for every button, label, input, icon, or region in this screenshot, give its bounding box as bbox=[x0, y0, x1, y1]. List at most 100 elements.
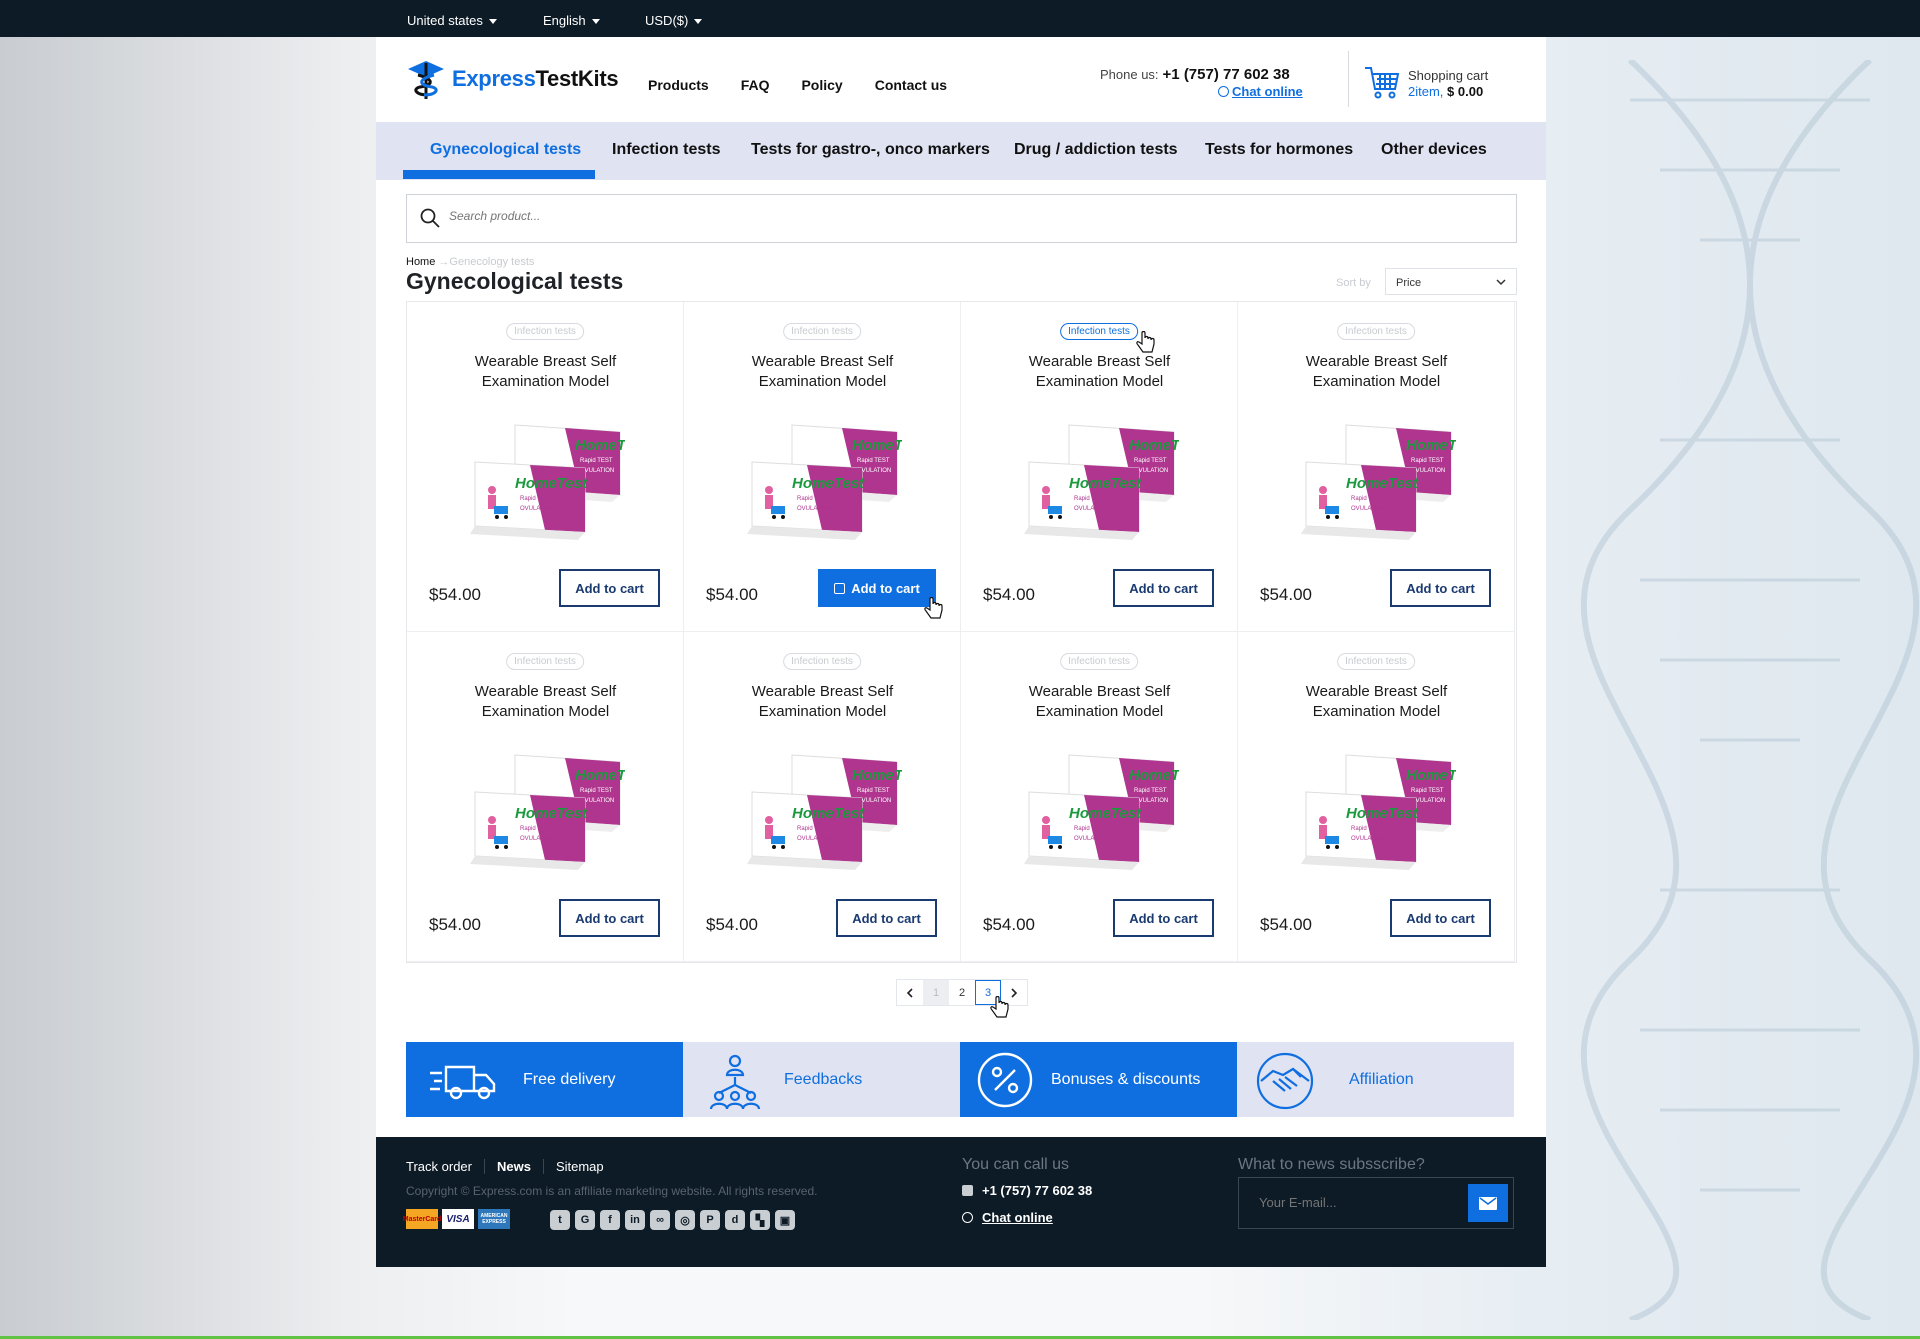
facebook-icon[interactable]: f bbox=[600, 1210, 620, 1230]
product-card[interactable]: Infection tests Wearable Breast Self Exa… bbox=[407, 302, 684, 632]
product-image[interactable]: HomeTest Rapid TEST OVULATION HomeTest R… bbox=[1301, 420, 1479, 545]
feature-affiliation[interactable]: Affiliation bbox=[1237, 1042, 1514, 1117]
tab-other-devices[interactable]: Other devices bbox=[1381, 141, 1487, 159]
google-plus-icon[interactable]: G bbox=[575, 1210, 595, 1230]
sort-select[interactable]: Price bbox=[1385, 268, 1517, 295]
footer-track-order[interactable]: Track order bbox=[406, 1159, 485, 1174]
product-image[interactable]: HomeTest Rapid TEST OVULATION HomeTest R… bbox=[1301, 750, 1479, 875]
category-badge[interactable]: Infection tests bbox=[783, 653, 861, 670]
phone-number[interactable]: +1 (757) 77 602 38 bbox=[1163, 66, 1290, 83]
pinterest-icon[interactable]: P bbox=[700, 1210, 720, 1230]
nav-faq[interactable]: FAQ bbox=[741, 77, 770, 93]
product-name[interactable]: Wearable Breast Self Examination Model bbox=[1238, 682, 1515, 722]
subscribe-button[interactable] bbox=[1468, 1184, 1508, 1222]
linkedin-icon[interactable]: in bbox=[625, 1210, 645, 1230]
product-name[interactable]: Wearable Breast Self Examination Model bbox=[961, 682, 1238, 722]
currency-select[interactable]: USD($) bbox=[645, 13, 702, 28]
chat-online-link[interactable]: Chat online bbox=[1218, 84, 1303, 99]
delicious-icon[interactable]: ▚ bbox=[750, 1210, 770, 1230]
feature-feedbacks[interactable]: Feedbacks bbox=[683, 1042, 960, 1117]
product-image[interactable]: HomeTest Rapid TEST OVULATION HomeTest R… bbox=[747, 420, 925, 545]
product-name[interactable]: Wearable Breast Self Examination Model bbox=[407, 682, 684, 722]
svg-text:HomeTest: HomeTest bbox=[1129, 437, 1179, 454]
product-image[interactable]: HomeTest Rapid TEST OVULATION HomeTest R… bbox=[470, 750, 648, 875]
category-badge[interactable]: Infection tests bbox=[506, 323, 584, 340]
search-icon[interactable] bbox=[420, 208, 440, 228]
product-card[interactable]: Infection tests Wearable Breast Self Exa… bbox=[961, 302, 1238, 632]
footer-phone[interactable]: +1 (757) 77 602 38 bbox=[962, 1183, 1092, 1198]
add-to-cart-button[interactable]: Add to cart bbox=[1113, 899, 1214, 937]
digg-icon[interactable]: d bbox=[725, 1210, 745, 1230]
product-image[interactable]: HomeTest Rapid TEST OVULATION HomeTest R… bbox=[1024, 420, 1202, 545]
product-card[interactable]: Infection tests Wearable Breast Self Exa… bbox=[961, 632, 1238, 962]
plus-square-icon bbox=[834, 582, 846, 594]
twitter-icon[interactable]: t bbox=[550, 1210, 570, 1230]
breadcrumb-home[interactable]: Home bbox=[406, 256, 435, 268]
product-card[interactable]: Infection tests Wearable Breast Self Exa… bbox=[684, 302, 961, 632]
caduceus-logo-icon bbox=[408, 61, 444, 99]
category-badge[interactable]: Infection tests bbox=[1337, 653, 1415, 670]
nav-products[interactable]: Products bbox=[648, 77, 709, 93]
product-name[interactable]: Wearable Breast Self Examination Model bbox=[684, 682, 961, 722]
language-select[interactable]: English bbox=[543, 13, 600, 28]
category-badge[interactable]: Infection tests bbox=[783, 323, 861, 340]
category-badge[interactable]: Infection tests bbox=[506, 653, 584, 670]
category-badge[interactable]: Infection tests bbox=[1060, 653, 1138, 670]
product-name[interactable]: Wearable Breast Self Examination Model bbox=[1238, 352, 1515, 392]
breadcrumb: Home →Genecology tests bbox=[406, 256, 535, 268]
shopping-cart-icon[interactable] bbox=[1364, 65, 1400, 99]
tab-gastro-onco[interactable]: Tests for gastro-, onco markers bbox=[751, 141, 990, 159]
add-to-cart-button[interactable]: Add to cart bbox=[818, 569, 936, 607]
link-icon[interactable]: ∞ bbox=[650, 1210, 670, 1230]
page-container: ExpressTestKits Products FAQ Policy Cont… bbox=[376, 37, 1546, 1267]
page-1[interactable]: 1 bbox=[923, 980, 949, 1005]
product-card[interactable]: Infection tests Wearable Breast Self Exa… bbox=[1238, 632, 1515, 962]
add-to-cart-button[interactable]: Add to cart bbox=[1390, 569, 1491, 607]
cart-label[interactable]: Shopping cart bbox=[1408, 68, 1488, 83]
search-input[interactable] bbox=[449, 209, 1449, 223]
tab-drug-addiction[interactable]: Drug / addiction tests bbox=[1014, 141, 1178, 159]
product-image[interactable]: HomeTest Rapid TEST OVULATION HomeTest R… bbox=[470, 420, 648, 545]
svg-text:HomeTest: HomeTest bbox=[515, 805, 588, 822]
product-image[interactable]: HomeTest Rapid TEST OVULATION HomeTest R… bbox=[747, 750, 925, 875]
product-name[interactable]: Wearable Breast Self Examination Model bbox=[407, 352, 684, 392]
add-to-cart-button[interactable]: Add to cart bbox=[1113, 569, 1214, 607]
tab-gynecological[interactable]: Gynecological tests bbox=[430, 141, 581, 159]
delivery-truck-icon bbox=[430, 1065, 496, 1100]
add-to-cart-button[interactable]: Add to cart bbox=[1390, 899, 1491, 937]
product-card[interactable]: Infection tests Wearable Breast Self Exa… bbox=[684, 632, 961, 962]
share-icon[interactable]: ▣ bbox=[775, 1210, 795, 1230]
email-field[interactable] bbox=[1259, 1195, 1439, 1210]
footer-news[interactable]: News bbox=[485, 1159, 544, 1174]
product-image[interactable]: HomeTest Rapid TEST OVULATION HomeTest R… bbox=[1024, 750, 1202, 875]
product-price: $54.00 bbox=[429, 915, 481, 934]
product-card[interactable]: Infection tests Wearable Breast Self Exa… bbox=[1238, 302, 1515, 632]
subscribe-form bbox=[1238, 1177, 1514, 1229]
main-nav: Products FAQ Policy Contact us bbox=[648, 77, 979, 93]
cart-summary[interactable]: 2item, $ 0.00 bbox=[1408, 84, 1483, 99]
country-select[interactable]: United states bbox=[407, 13, 497, 28]
instagram-icon[interactable]: ◎ bbox=[675, 1210, 695, 1230]
feature-bonuses[interactable]: Bonuses & discounts bbox=[960, 1042, 1237, 1117]
add-to-cart-button[interactable]: Add to cart bbox=[836, 899, 937, 937]
tab-infection[interactable]: Infection tests bbox=[612, 141, 720, 159]
envelope-icon bbox=[1479, 1196, 1497, 1210]
prev-page-button[interactable] bbox=[897, 980, 923, 1005]
add-to-cart-button[interactable]: Add to cart bbox=[559, 899, 660, 937]
category-badge[interactable]: Infection tests bbox=[1337, 323, 1415, 340]
nav-contact[interactable]: Contact us bbox=[875, 77, 947, 93]
svg-text:Rapid TEST: Rapid TEST bbox=[1351, 826, 1384, 832]
add-to-cart-button[interactable]: Add to cart bbox=[559, 569, 660, 607]
page-2[interactable]: 2 bbox=[949, 980, 975, 1005]
nav-policy[interactable]: Policy bbox=[801, 77, 842, 93]
category-badge[interactable]: Infection tests bbox=[1060, 323, 1138, 340]
product-name[interactable]: Wearable Breast Self Examination Model bbox=[961, 352, 1238, 392]
site-logo[interactable]: ExpressTestKits bbox=[404, 57, 619, 101]
feature-free-delivery[interactable]: Free delivery bbox=[406, 1042, 683, 1117]
footer-sitemap[interactable]: Sitemap bbox=[544, 1159, 616, 1174]
product-price: $54.00 bbox=[1260, 585, 1312, 604]
footer-chat-online[interactable]: Chat online bbox=[962, 1210, 1053, 1225]
product-name[interactable]: Wearable Breast Self Examination Model bbox=[684, 352, 961, 392]
tab-hormones[interactable]: Tests for hormones bbox=[1205, 141, 1353, 159]
product-card[interactable]: Infection tests Wearable Breast Self Exa… bbox=[407, 632, 684, 962]
